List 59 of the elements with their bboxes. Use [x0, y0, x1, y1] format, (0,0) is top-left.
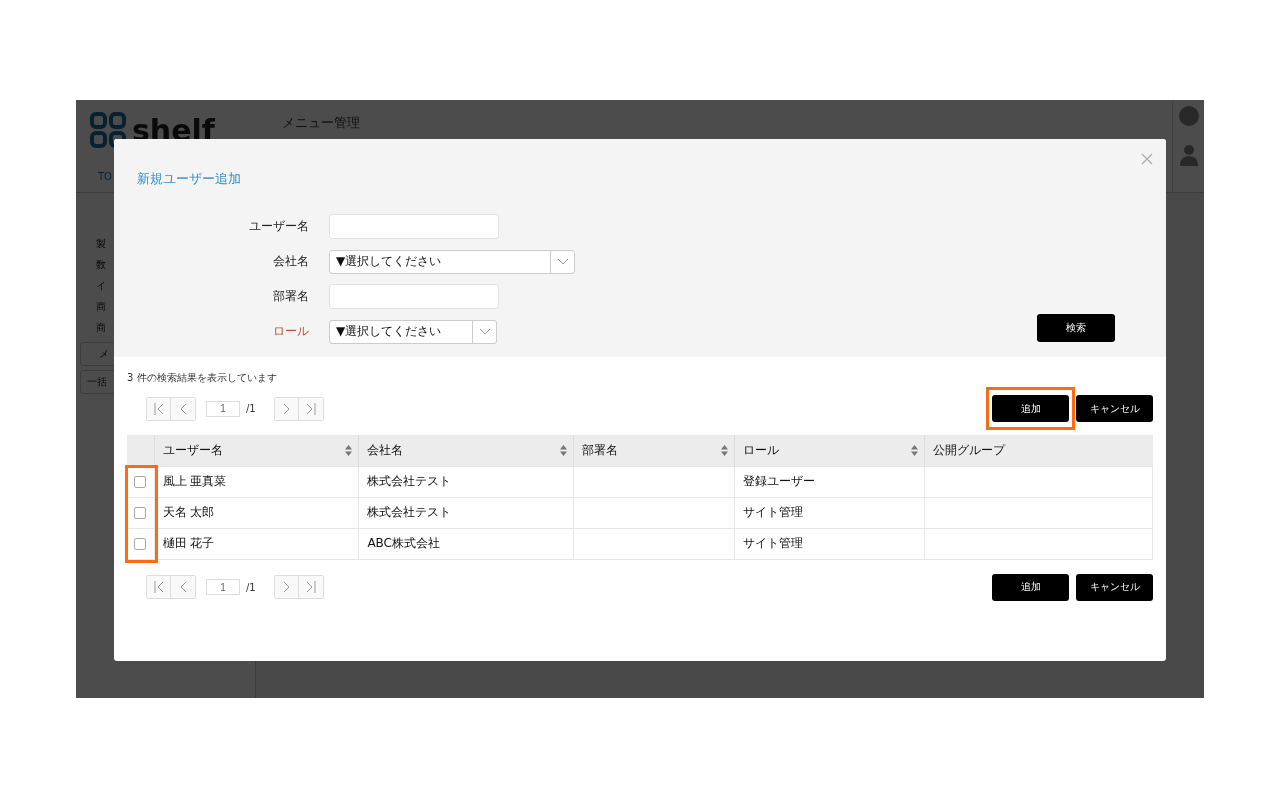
next-page-button[interactable]: [274, 576, 299, 598]
result-count-text: 3 件の検索結果を表示しています: [127, 371, 278, 385]
search-button[interactable]: 検索: [1037, 314, 1115, 342]
field-label: 会社名: [272, 253, 310, 270]
last-page-icon: [305, 581, 316, 593]
input-field[interactable]: [329, 284, 499, 309]
input-field[interactable]: [329, 214, 499, 239]
page-total: /1: [246, 581, 256, 593]
sort-icon[interactable]: [910, 444, 918, 456]
chevron-right-icon: [282, 402, 290, 415]
chevron-left-icon: [179, 402, 187, 415]
row-checkbox[interactable]: [134, 538, 147, 550]
column-header: 部署名: [581, 441, 618, 459]
page-input[interactable]: 1: [206, 579, 240, 595]
page-input[interactable]: 1: [206, 400, 240, 417]
cancel-button[interactable]: キャンセル: [1076, 395, 1153, 422]
chevron-down-icon: [478, 328, 491, 335]
sort-icon[interactable]: [721, 444, 729, 456]
first-page-icon: [153, 402, 164, 415]
field-label: ロール: [272, 323, 310, 340]
sort-icon[interactable]: [559, 444, 567, 456]
sort-icon[interactable]: [345, 444, 353, 456]
table-cell: 株式会社テスト: [367, 474, 452, 488]
table-cell: 株式会社テスト: [367, 505, 452, 519]
add-button[interactable]: 追加: [992, 395, 1069, 422]
add-button[interactable]: 追加: [992, 573, 1069, 601]
column-header: ロール: [743, 441, 780, 459]
first-page-button[interactable]: [147, 576, 171, 598]
dialog-title: 新規ユーザー追加: [137, 170, 242, 188]
chevron-down-icon: [556, 258, 569, 265]
table-cell: ABC株式会社: [367, 536, 440, 550]
last-page-button[interactable]: [298, 576, 323, 598]
table-cell: サイト管理: [743, 536, 804, 550]
table-cell: サイト管理: [743, 505, 804, 519]
last-page-button[interactable]: [298, 397, 323, 420]
prev-page-button[interactable]: [171, 576, 195, 598]
first-page-icon: [153, 581, 164, 593]
chevron-right-icon: [282, 581, 290, 593]
table-cell: 登録ユーザー: [743, 474, 816, 488]
first-page-button[interactable]: [147, 397, 171, 420]
table-cell: 樋田 花子: [162, 536, 215, 550]
select-field[interactable]: ▼選択してください: [329, 319, 497, 344]
field-label: ユーザー名: [248, 218, 310, 235]
column-header: ユーザー名: [162, 441, 223, 459]
page-total: /1: [246, 403, 256, 414]
column-header: 会社名: [367, 441, 404, 459]
column-header: 公開グループ: [932, 441, 1005, 459]
prev-page-button[interactable]: [171, 397, 195, 420]
next-page-button[interactable]: [274, 397, 299, 420]
chevron-left-icon: [179, 581, 187, 593]
field-label: 部署名: [272, 288, 310, 305]
row-checkbox[interactable]: [134, 476, 147, 488]
cancel-button[interactable]: キャンセル: [1076, 573, 1153, 601]
close-icon[interactable]: [1141, 153, 1153, 165]
last-page-icon: [305, 402, 316, 415]
row-checkbox[interactable]: [134, 507, 147, 519]
select-field[interactable]: ▼選択してください: [329, 249, 575, 274]
table-cell: 天名 太郎: [162, 505, 215, 519]
table-cell: 風上 亜真菜: [162, 474, 227, 488]
